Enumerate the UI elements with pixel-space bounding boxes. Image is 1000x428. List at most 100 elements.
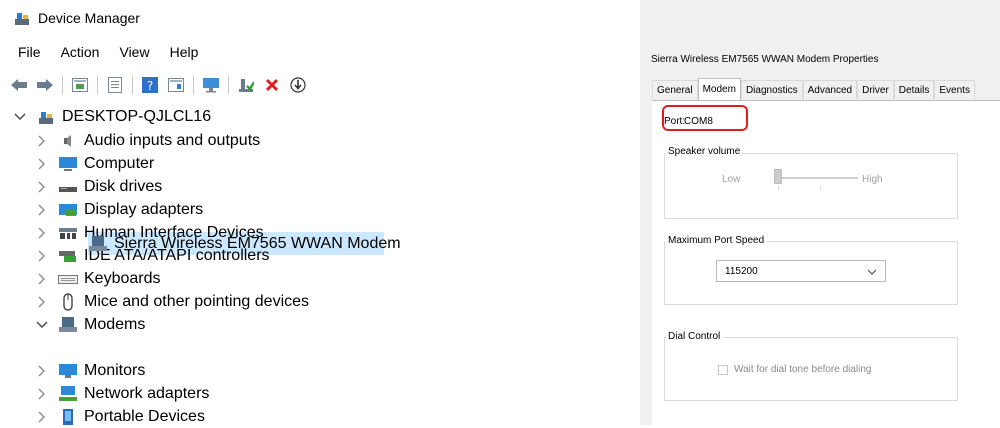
toolbar-separator: [62, 76, 63, 94]
tree-view-icon[interactable]: [71, 76, 89, 94]
disk-drive-icon: [58, 178, 78, 196]
tree-item-label: Display adapters: [84, 201, 204, 218]
tree-item-audio[interactable]: Audio inputs and outputs: [36, 130, 260, 152]
tree-item-label: Sierra Wireless EM7565 WWAN Modem: [114, 235, 401, 252]
keyboard-icon: [58, 270, 78, 288]
tree-item-modems[interactable]: Modems: [36, 314, 145, 336]
slider-tick: [820, 187, 821, 190]
tree-item-monitors[interactable]: Monitors: [36, 360, 145, 382]
tab-general[interactable]: General: [652, 80, 698, 99]
toolbar-separator: [228, 76, 229, 94]
monitor-icon: [58, 362, 78, 380]
tree-item-computer[interactable]: Computer: [36, 153, 154, 175]
chevron-right-icon[interactable]: [36, 273, 48, 285]
tab-details[interactable]: Details: [893, 80, 935, 99]
port-speed-select[interactable]: 115200: [716, 260, 886, 282]
menu-help[interactable]: Help: [170, 44, 199, 60]
network-adapter-icon: [58, 385, 78, 403]
chevron-down-icon[interactable]: [14, 111, 26, 123]
speaker-volume-group: [664, 153, 958, 219]
tab-diagnostics[interactable]: Diagnostics: [740, 80, 803, 99]
dial-control-title: Dial Control: [666, 331, 723, 342]
volume-low-label: Low: [722, 174, 741, 185]
ide-controller-icon: [58, 247, 78, 265]
tab-modem[interactable]: Modem: [697, 78, 741, 100]
properties-dialog: Sierra Wireless EM7565 WWAN Modem Proper…: [640, 0, 1000, 426]
dial-tone-checkbox[interactable]: [718, 365, 728, 375]
monitor-scan-icon[interactable]: [202, 76, 220, 94]
tree-item-label: Disk drives: [84, 178, 163, 195]
forward-icon[interactable]: [36, 76, 54, 94]
speaker-icon: [58, 132, 78, 150]
enable-device-icon[interactable]: [237, 76, 255, 94]
tree-item-display-adapters[interactable]: Display adapters: [36, 199, 203, 221]
mouse-icon: [58, 293, 78, 311]
speaker-volume-title: Speaker volume: [666, 146, 743, 157]
computer-icon: [58, 155, 78, 173]
tab-strip: General Modem Diagnostics Advanced Drive…: [652, 78, 975, 100]
volume-slider-thumb[interactable]: [774, 169, 782, 184]
tree-item-label: Network adapters: [84, 385, 210, 402]
toolbar: ?: [10, 74, 315, 96]
back-icon[interactable]: [10, 76, 28, 94]
chevron-down-icon[interactable]: [36, 319, 48, 331]
devices-view-icon[interactable]: [167, 76, 185, 94]
chevron-right-icon[interactable]: [36, 158, 48, 170]
menu-action[interactable]: Action: [61, 44, 100, 60]
port-highlight-annotation: [662, 105, 748, 131]
chevron-right-icon[interactable]: [36, 204, 48, 216]
tree-item-mice[interactable]: Mice and other pointing devices: [36, 291, 309, 313]
tree-item-label: Portable Devices: [84, 408, 205, 425]
volume-high-label: High: [862, 174, 883, 185]
help-icon[interactable]: ?: [141, 76, 159, 94]
svg-text:?: ?: [147, 79, 153, 93]
tree-root-label: DESKTOP-QJLCL16: [62, 108, 212, 125]
tree-item-label: Modems: [84, 316, 146, 333]
toolbar-separator: [97, 76, 98, 94]
dialog-title: Sierra Wireless EM7565 WWAN Modem Proper…: [651, 54, 879, 65]
tab-driver[interactable]: Driver: [857, 80, 894, 99]
toolbar-separator: [132, 76, 133, 94]
tree-item-label: Audio inputs and outputs: [84, 132, 261, 149]
chevron-right-icon[interactable]: [36, 181, 48, 193]
chevron-right-icon[interactable]: [36, 411, 48, 423]
portable-device-icon: [58, 408, 78, 426]
toolbar-separator: [193, 76, 194, 94]
modem-icon: [88, 235, 108, 253]
chevron-right-icon[interactable]: [36, 365, 48, 377]
slider-tick: [778, 187, 779, 190]
chevron-right-icon[interactable]: [36, 250, 48, 262]
tree-item-selected-device[interactable]: Sierra Wireless EM7565 WWAN Modem: [88, 233, 401, 255]
chevron-right-icon[interactable]: [36, 388, 48, 400]
properties-icon[interactable]: [106, 76, 124, 94]
tree-item-label: Computer: [84, 155, 155, 172]
tree-item-network-adapters[interactable]: Network adapters: [36, 383, 209, 405]
modem-icon: [58, 316, 78, 334]
device-manager-icon: [14, 10, 30, 26]
chevron-down-icon: [867, 267, 877, 278]
update-driver-icon[interactable]: [289, 76, 307, 94]
uninstall-icon[interactable]: [263, 76, 281, 94]
max-port-speed-title: Maximum Port Speed: [666, 235, 767, 246]
tree-root[interactable]: DESKTOP-QJLCL16: [14, 106, 211, 128]
tab-advanced[interactable]: Advanced: [802, 80, 858, 99]
tree-item-label: Monitors: [84, 362, 146, 379]
port-speed-value: 115200: [725, 265, 758, 277]
dial-tone-label: Wait for dial tone before dialing: [734, 364, 872, 375]
device-manager-window: Device Manager File Action View Help ? D…: [0, 0, 640, 425]
chevron-right-icon[interactable]: [36, 296, 48, 308]
menu-bar: File Action View Help: [18, 44, 218, 60]
menu-file[interactable]: File: [18, 44, 41, 60]
chevron-right-icon[interactable]: [36, 227, 48, 239]
modem-tab-panel: Port: COM8 Speaker volume Low High Maxim…: [652, 100, 1000, 426]
tree-item-label: Keyboards: [84, 270, 161, 287]
hid-icon: [58, 224, 78, 242]
window-title-text: Device Manager: [38, 10, 140, 26]
chevron-right-icon[interactable]: [36, 135, 48, 147]
tree-item-keyboards[interactable]: Keyboards: [36, 268, 161, 290]
device-manager-icon: [36, 108, 56, 126]
menu-view[interactable]: View: [119, 44, 149, 60]
tree-item-disk-drives[interactable]: Disk drives: [36, 176, 162, 198]
volume-slider-track[interactable]: [778, 177, 858, 179]
tab-events[interactable]: Events: [934, 80, 975, 99]
